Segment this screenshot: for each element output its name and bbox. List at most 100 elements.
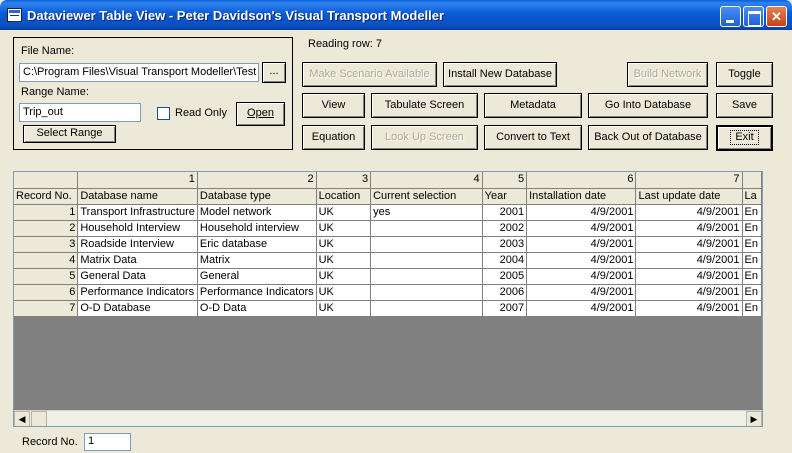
range-name-field[interactable]: Trip_out <box>19 103 141 122</box>
maximize-button[interactable] <box>743 6 764 27</box>
table-cell[interactable]: UK <box>316 204 372 221</box>
record-number-cell[interactable]: 3 <box>14 236 79 253</box>
table-cell[interactable]: General <box>197 268 317 285</box>
table-cell[interactable]: Model network <box>197 204 317 221</box>
table-cell[interactable]: En <box>742 252 762 269</box>
table-cell[interactable] <box>370 252 483 269</box>
convert-to-text-button[interactable]: Convert to Text <box>484 125 582 150</box>
table-cell[interactable]: UK <box>316 284 372 301</box>
table-cell[interactable]: 4/9/2001 <box>635 284 743 301</box>
column-number-7[interactable]: 7 <box>635 172 743 189</box>
save-button[interactable]: Save <box>716 93 773 118</box>
table-cell[interactable]: 2007 <box>482 300 528 317</box>
table-cell[interactable]: 4/9/2001 <box>526 284 637 301</box>
column-header[interactable]: Location <box>316 188 372 205</box>
table-row[interactable]: 6 Performance Indicators Performance Indic… <box>14 284 762 301</box>
toggle-button[interactable]: Toggle <box>716 62 773 87</box>
scroll-right-arrow-icon[interactable]: ▶ <box>746 411 762 426</box>
table-cell[interactable]: yes <box>370 204 483 221</box>
column-number-8[interactable] <box>742 172 762 189</box>
back-out-of-database-button[interactable]: Back Out of Database <box>588 125 708 150</box>
scroll-left-arrow-icon[interactable]: ◀ <box>14 411 30 426</box>
read-only-checkbox[interactable] <box>157 107 170 120</box>
table-cell[interactable]: UK <box>316 252 372 269</box>
table-cell[interactable]: Eric database <box>197 236 317 253</box>
equation-button[interactable]: Equation <box>302 125 365 150</box>
scroll-thumb[interactable] <box>31 411 47 426</box>
close-button[interactable]: ✕ <box>766 6 787 27</box>
minimize-button[interactable] <box>720 6 741 27</box>
table-cell[interactable]: 2005 <box>482 268 528 285</box>
column-number-1[interactable]: 1 <box>77 172 198 189</box>
record-number-cell[interactable]: 2 <box>14 220 79 237</box>
table-cell[interactable]: O-D Data <box>197 300 317 317</box>
table-cell[interactable]: 4/9/2001 <box>526 268 637 285</box>
table-cell[interactable]: 2006 <box>482 284 528 301</box>
table-cell[interactable]: 4/9/2001 <box>526 300 637 317</box>
record-no-field[interactable]: 1 <box>84 433 131 451</box>
table-cell[interactable]: 4/9/2001 <box>635 236 743 253</box>
table-cell[interactable]: 4/9/2001 <box>526 252 637 269</box>
table-cell[interactable]: 4/9/2001 <box>526 220 637 237</box>
make-scenario-available-button[interactable]: Make Scenario Available <box>302 62 437 87</box>
column-number-3[interactable]: 3 <box>316 172 372 189</box>
table-cell[interactable]: En <box>742 220 762 237</box>
table-cell[interactable]: UK <box>316 220 372 237</box>
table-cell[interactable]: Matrix Data <box>77 252 198 269</box>
table-cell[interactable]: Performance Indicators <box>197 284 317 301</box>
column-header[interactable]: Current selection <box>370 188 483 205</box>
table-cell[interactable]: En <box>742 268 762 285</box>
data-grid[interactable]: 1 2 3 4 5 6 7 Record No. Database name Database t… <box>13 171 763 427</box>
column-number-0[interactable] <box>14 172 79 189</box>
column-header[interactable]: Last update date <box>635 188 743 205</box>
table-cell[interactable]: Performance Indicators <box>77 284 198 301</box>
select-range-button[interactable]: Select Range <box>23 125 116 143</box>
table-cell[interactable]: Matrix <box>197 252 317 269</box>
table-cell[interactable]: General Data <box>77 268 198 285</box>
column-header[interactable]: Year <box>482 188 528 205</box>
table-row[interactable]: 5 General Data General UK 2005 4/9/2001 4/9/20… <box>14 268 762 285</box>
column-number-row[interactable]: 1234567 <box>14 172 762 189</box>
table-cell[interactable]: 4/9/2001 <box>635 268 743 285</box>
record-number-cell[interactable]: 5 <box>14 268 79 285</box>
look-up-screen-button[interactable]: Look Up Screen <box>371 125 478 150</box>
table-cell[interactable]: 4/9/2001 <box>635 204 743 221</box>
column-header[interactable]: La <box>742 188 762 205</box>
table-row[interactable]: 2 Household Interview Household interview U… <box>14 220 762 237</box>
table-cell[interactable] <box>370 300 483 317</box>
column-number-4[interactable]: 4 <box>370 172 483 189</box>
table-cell[interactable]: UK <box>316 300 372 317</box>
table-cell[interactable]: En <box>742 204 762 221</box>
file-name-field[interactable]: C:\Program Files\Visual Transport Modell… <box>19 63 259 82</box>
table-cell[interactable] <box>370 268 483 285</box>
exit-button[interactable]: Exit <box>716 125 773 151</box>
table-cell[interactable]: Transport Infrastructure <box>77 204 198 221</box>
table-cell[interactable]: O-D Database <box>77 300 198 317</box>
column-header[interactable]: Installation date <box>526 188 637 205</box>
table-cell[interactable]: Household interview <box>197 220 317 237</box>
table-cell[interactable]: Roadside Interview <box>77 236 198 253</box>
record-number-cell[interactable]: 1 <box>14 204 79 221</box>
column-number-2[interactable]: 2 <box>197 172 317 189</box>
column-number-5[interactable]: 5 <box>482 172 528 189</box>
table-cell[interactable]: En <box>742 236 762 253</box>
column-number-6[interactable]: 6 <box>526 172 637 189</box>
table-cell[interactable]: 2003 <box>482 236 528 253</box>
table-cell[interactable]: UK <box>316 268 372 285</box>
column-header[interactable]: Record No. <box>14 188 79 205</box>
title-bar[interactable]: Dataviewer Table View - Peter Davidson's… <box>0 0 792 30</box>
table-cell[interactable]: 4/9/2001 <box>526 204 637 221</box>
table-cell[interactable]: En <box>742 284 762 301</box>
tabulate-screen-button[interactable]: Tabulate Screen <box>371 93 478 118</box>
table-cell[interactable]: Household Interview <box>77 220 198 237</box>
table-cell[interactable]: 2004 <box>482 252 528 269</box>
table-cell[interactable] <box>370 220 483 237</box>
table-row[interactable]: 7 O-D Database O-D Data UK 2007 4/9/2001 4/9/2… <box>14 300 762 317</box>
build-network-button[interactable]: Build Network <box>627 62 708 87</box>
table-row[interactable]: 1 Transport Infrastructure Model network UK… <box>14 204 762 221</box>
table-cell[interactable]: En <box>742 300 762 317</box>
record-number-cell[interactable]: 4 <box>14 252 79 269</box>
column-header[interactable]: Database type <box>197 188 317 205</box>
browse-button[interactable]: ... <box>262 62 286 83</box>
table-row[interactable]: 4 Matrix Data Matrix UK 2004 4/9/2001 4/9/2001… <box>14 252 762 269</box>
